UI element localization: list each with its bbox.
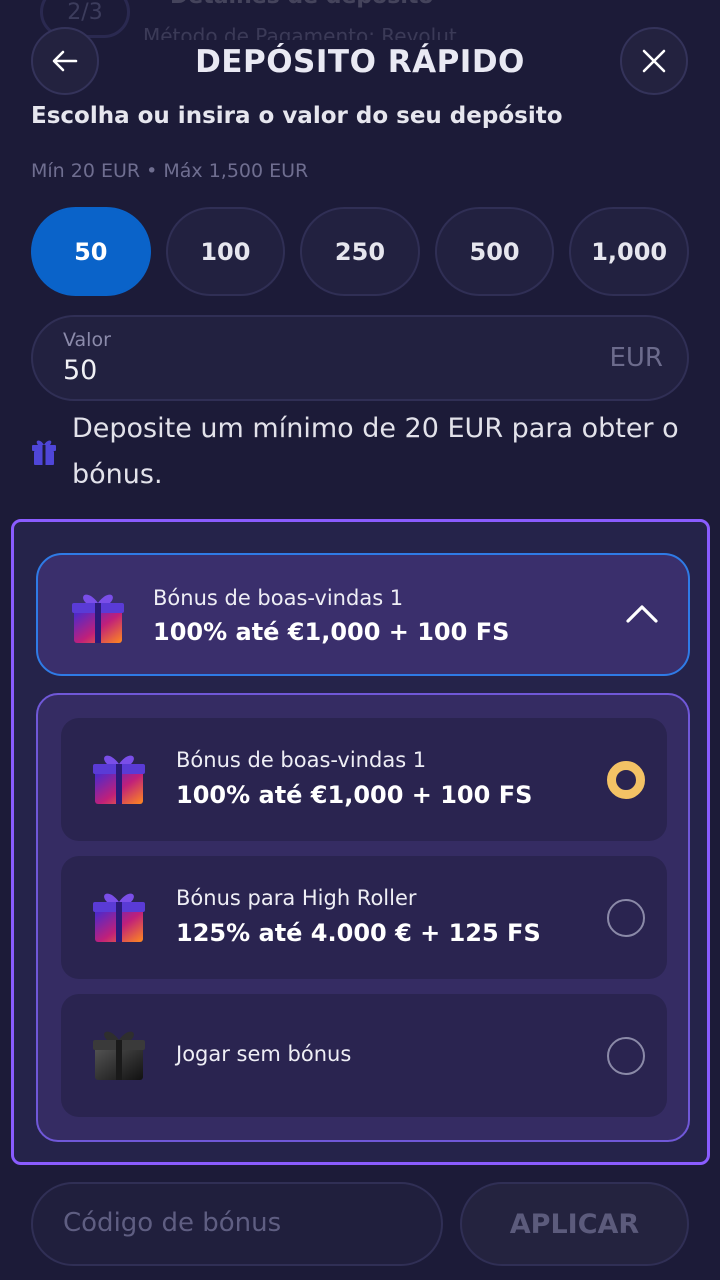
bonus-option-title: Bónus para High Roller: [176, 886, 417, 910]
gift-icon: [93, 755, 145, 804]
background-header: 2/3 Detalhes de depósito Método de Pagam…: [0, 0, 720, 40]
radio-selected[interactable]: [607, 761, 645, 799]
deposit-limits: Mín 20 EUR • Máx 1,500 EUR: [31, 160, 309, 182]
bonus-option-no-bonus[interactable]: Jogar sem bónus: [61, 994, 667, 1117]
apply-button[interactable]: APLICAR: [460, 1182, 689, 1266]
close-icon: [642, 49, 666, 73]
bonus-option-title: Bónus de boas-vindas 1: [176, 748, 427, 772]
close-button[interactable]: [620, 27, 688, 95]
bonus-option-welcome[interactable]: Bónus de boas-vindas 1 100% até €1,000 +…: [61, 718, 667, 841]
amount-input-label: Valor: [63, 329, 111, 351]
background-title: Detalhes de depósito: [170, 0, 434, 9]
bonus-minimum-note: Deposite um mínimo de 20 EUR para obter …: [72, 413, 679, 490]
amount-chip-50[interactable]: 50: [31, 207, 151, 296]
bonus-panel: Bónus de boas-vindas 1 100% até €1,000 +…: [11, 519, 710, 1165]
amount-input[interactable]: Valor 50 EUR: [31, 315, 689, 401]
amount-chip-1000[interactable]: 1,000: [569, 207, 689, 296]
gift-icon: [72, 594, 124, 643]
amount-chip-500[interactable]: 500: [434, 207, 555, 296]
currency-label: EUR: [609, 343, 663, 373]
gift-icon: [93, 893, 145, 942]
radio-unselected[interactable]: [607, 899, 645, 937]
gift-icon: [32, 440, 56, 465]
amount-chip-100[interactable]: 100: [165, 207, 286, 296]
amount-input-value[interactable]: 50: [63, 355, 97, 386]
selected-bonus-value: 100% até €1,000 + 100 FS: [153, 618, 510, 646]
bonus-options-list: Bónus de boas-vindas 1 100% até €1,000 +…: [36, 693, 690, 1142]
radio-unselected[interactable]: [607, 1037, 645, 1075]
black-gift-icon: [93, 1031, 145, 1080]
bonus-dropdown[interactable]: Bónus de boas-vindas 1 100% até €1,000 +…: [36, 553, 690, 676]
bonus-option-value: 100% até €1,000 + 100 FS: [176, 781, 533, 809]
amount-presets: 50 100 250 500 1,000: [31, 207, 689, 296]
bonus-option-value: 125% até 4.000 € + 125 FS: [176, 919, 541, 947]
deposit-subtitle: Escolha ou insira o valor do seu depósit…: [31, 103, 563, 129]
bonus-option-title: Jogar sem bónus: [176, 1042, 352, 1066]
chevron-up-icon[interactable]: [624, 599, 660, 627]
bonus-code-placeholder: Código de bónus: [63, 1208, 282, 1238]
selected-bonus-title: Bónus de boas-vindas 1: [153, 586, 404, 610]
background-payment-method: Método de Pagamento: Revolut: [143, 24, 457, 40]
amount-chip-250[interactable]: 250: [300, 207, 420, 296]
bonus-code-input[interactable]: Código de bónus: [31, 1182, 443, 1266]
bonus-option-high-roller[interactable]: Bónus para High Roller 125% até 4.000 € …: [61, 856, 667, 979]
page-title: DEPÓSITO RÁPIDO: [195, 44, 525, 80]
